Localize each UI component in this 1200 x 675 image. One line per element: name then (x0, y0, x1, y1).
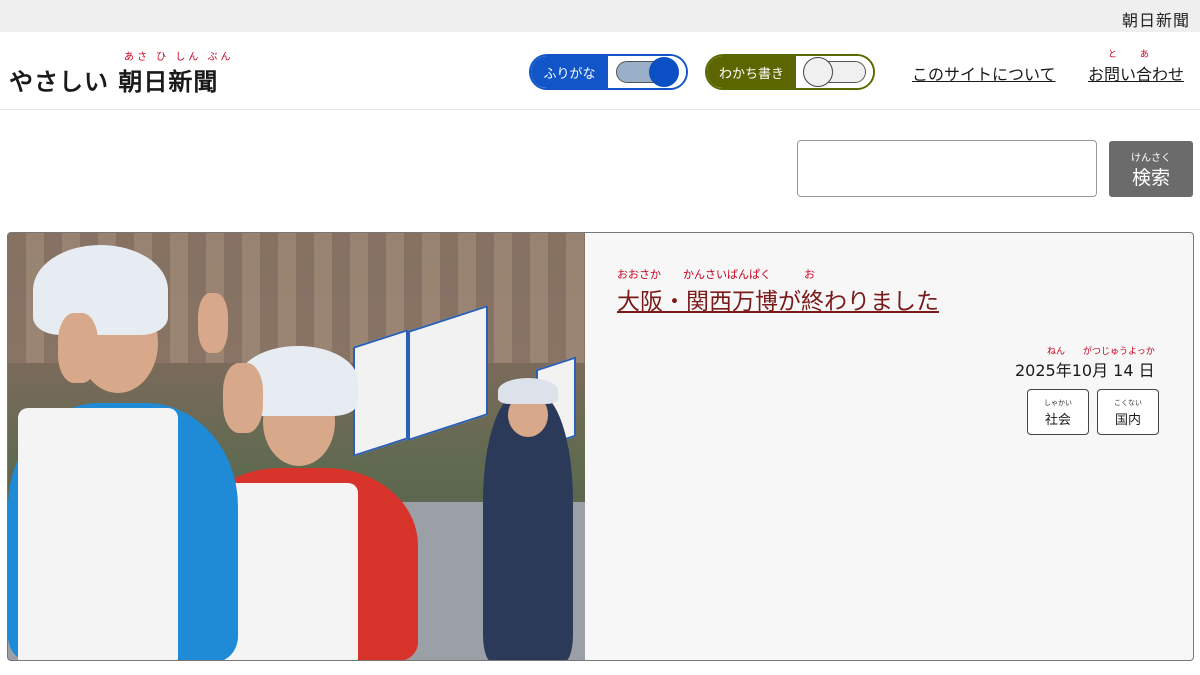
furigana-switch-track (616, 57, 680, 87)
asahi-brand-link[interactable]: 朝日新聞 (1122, 7, 1190, 31)
wakachi-toggle[interactable]: わかち書き (705, 54, 875, 90)
photo-vest (18, 408, 178, 660)
wakachi-toggle-label: わかち書き (707, 56, 797, 88)
about-site-link[interactable]: このサイトについて (912, 61, 1056, 85)
photo-hand (198, 293, 228, 353)
photo-hand (58, 313, 98, 383)
logo-ruby: あさ ひ しん ぶん (124, 52, 234, 63)
wakachi-switch-track (802, 57, 866, 87)
photo-hand (223, 363, 263, 433)
tag-society[interactable]: しゃかい 社会 (1027, 389, 1089, 435)
search-button-label: 検索 (1131, 167, 1170, 189)
tag-ruby: こくない (1114, 399, 1142, 407)
contact-ruby-to: と (1108, 50, 1118, 60)
top-bar: 朝日新聞 (0, 0, 1200, 32)
search-input[interactable] (797, 140, 1097, 197)
tag-label: 国内 (1114, 413, 1141, 428)
wakachi-switch[interactable] (796, 56, 873, 88)
site-header: あさ ひ しん ぶん やさしい 朝日新聞 ふりがな わかち書き このサイトについ… (0, 32, 1200, 110)
logo-text: やさしい 朝日新聞 (9, 68, 219, 96)
contact-link-label: お問い合わせ (1088, 65, 1185, 84)
search-button[interactable]: けんさく 検索 (1109, 141, 1193, 197)
article-card[interactable] (7, 232, 1194, 661)
furigana-toggle[interactable]: ふりがな (529, 54, 688, 90)
contact-ruby-a: あ (1140, 50, 1150, 60)
article-title-ruby: おおさか かんさいばんぱく お (617, 268, 815, 281)
article-title-link[interactable]: 大阪・関西万博が終わりました (617, 282, 939, 316)
photo-hat (498, 378, 558, 404)
photo-hat (33, 245, 168, 335)
tag-label: 社会 (1044, 413, 1071, 428)
article-photo[interactable] (8, 233, 585, 660)
article-date-ruby: ねん がつじゅうよっか (1047, 347, 1155, 357)
furigana-switch-knob (649, 57, 680, 87)
photo-flag (353, 329, 408, 457)
wakachi-switch-knob (802, 57, 833, 87)
furigana-toggle-label: ふりがな (531, 56, 609, 88)
article-date: 2025年10月 14 日 (1015, 361, 1155, 380)
tag-domestic[interactable]: こくない 国内 (1097, 389, 1159, 435)
tag-ruby: しゃかい (1044, 399, 1072, 407)
furigana-switch[interactable] (608, 56, 686, 88)
search-button-ruby: けんさく (1131, 153, 1171, 164)
contact-link[interactable]: と あ お問い合わせ (1088, 50, 1185, 85)
